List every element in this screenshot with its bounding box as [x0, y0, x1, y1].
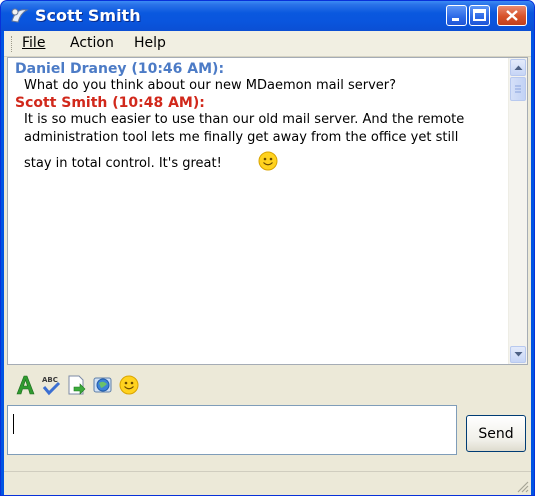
emoticon-icon[interactable] — [118, 374, 140, 396]
title-bar[interactable]: Scott Smith — [1, 1, 534, 31]
menu-help[interactable]: Help — [134, 35, 166, 51]
menu-grip — [11, 36, 15, 52]
minimize-button[interactable] — [446, 5, 467, 26]
message-sender: Scott Smith (10:48 AM): — [15, 95, 205, 111]
window-client: File Action Help Daniel Draney (10:46 AM… — [4, 31, 531, 495]
message-text: What do you think about our new MDaemon … — [24, 78, 397, 93]
message-text: administration tool lets me finally get … — [24, 130, 459, 145]
menu-action[interactable]: Action — [70, 35, 114, 51]
send-file-icon[interactable] — [66, 374, 88, 396]
spellcheck-icon[interactable]: ABC — [40, 374, 62, 396]
app-icon — [11, 8, 29, 23]
message-sender: Daniel Draney (10:46 AM): — [15, 61, 225, 77]
scroll-down-button[interactable] — [510, 346, 526, 363]
format-toolbar: ABC — [4, 367, 531, 401]
chevron-down-icon — [514, 352, 523, 357]
menu-bar: File Action Help — [4, 31, 531, 57]
resize-grip-icon[interactable] — [515, 479, 529, 493]
svg-text:ABC: ABC — [42, 376, 58, 384]
menu-file[interactable]: File — [22, 35, 45, 51]
status-bar — [4, 471, 531, 495]
globe-icon[interactable] — [92, 374, 114, 396]
window-title: Scott Smith — [35, 6, 141, 25]
scroll-thumb[interactable] — [510, 77, 526, 101]
chat-history[interactable]: Daniel Draney (10:46 AM): What do you th… — [7, 57, 528, 365]
chat-window: Scott Smith File Action Help Daniel Dran… — [0, 0, 535, 496]
close-icon — [506, 10, 518, 21]
vertical-scrollbar[interactable] — [508, 58, 527, 364]
send-button[interactable]: Send — [466, 415, 526, 452]
menu-help-label: Help — [134, 35, 166, 51]
text-caret — [13, 414, 14, 434]
chevron-up-icon — [514, 65, 523, 70]
message-input[interactable] — [7, 405, 457, 455]
maximize-button[interactable] — [469, 5, 490, 26]
font-icon[interactable] — [14, 374, 36, 396]
message-text: It is so much easier to use than our old… — [24, 112, 465, 127]
smiley-icon — [258, 151, 278, 171]
scroll-up-button[interactable] — [510, 59, 526, 76]
grip-icon — [515, 85, 521, 93]
close-button[interactable] — [497, 5, 527, 26]
menu-action-label: Action — [70, 35, 114, 51]
message-text: stay in total control. It's great! — [24, 156, 222, 171]
menu-file-label: File — [22, 35, 46, 51]
minimize-icon — [452, 18, 459, 21]
maximize-icon — [473, 9, 486, 21]
